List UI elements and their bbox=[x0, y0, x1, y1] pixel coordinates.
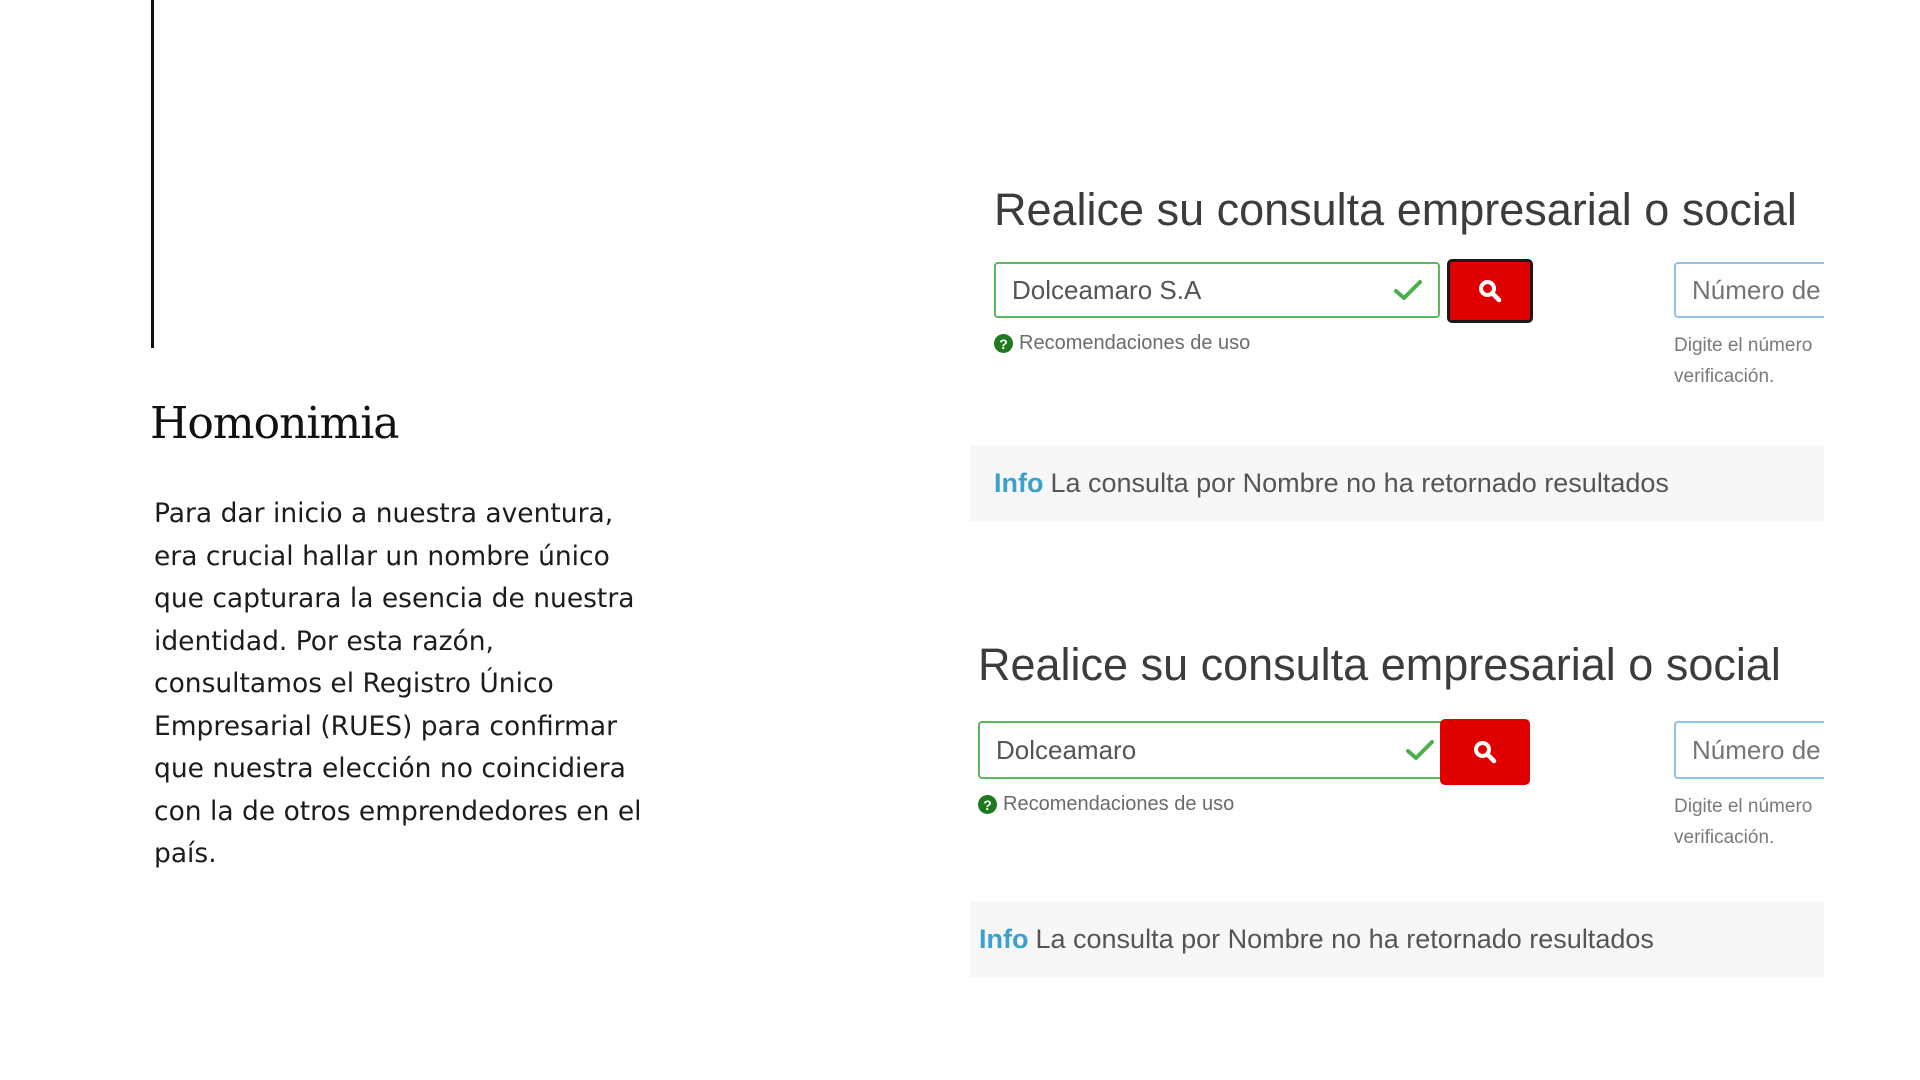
company-name-input[interactable] bbox=[980, 723, 1450, 777]
search-field-group bbox=[994, 262, 1440, 318]
search-title: Realice su consulta empresarial o social bbox=[994, 184, 1797, 235]
info-label: Info bbox=[994, 467, 1044, 498]
info-message: La consulta por Nombre no ha retornado r… bbox=[1050, 467, 1669, 498]
rues-search-screenshot-1: Realice su consulta empresarial o social… bbox=[960, 170, 1824, 530]
search-field-group bbox=[978, 721, 1452, 779]
info-label: Info bbox=[979, 923, 1029, 954]
search-button[interactable] bbox=[1440, 719, 1530, 785]
usage-recommendations-link[interactable]: ? Recomendaciones de uso bbox=[978, 793, 1234, 816]
check-icon bbox=[1394, 280, 1422, 300]
usage-recommendations-label: Recomendaciones de uso bbox=[1003, 793, 1235, 815]
slide-paragraph: Para dar inicio a nuestra aventura, era … bbox=[154, 498, 642, 869]
id-number-help-text: Digite el número verificación. bbox=[1674, 796, 1813, 848]
id-number-help-text: Digite el número verificación. bbox=[1674, 335, 1813, 387]
search-title: Realice su consulta empresarial o social bbox=[978, 639, 1781, 690]
company-name-input[interactable] bbox=[996, 264, 1438, 316]
rues-search-screenshot-2: Realice su consulta empresarial o social… bbox=[960, 625, 1824, 985]
usage-recommendations-label: Recomendaciones de uso bbox=[1019, 332, 1251, 354]
slide-heading: Homonimia bbox=[150, 398, 400, 449]
usage-recommendations-link[interactable]: ? Recomendaciones de uso bbox=[994, 332, 1250, 355]
check-icon bbox=[1406, 740, 1434, 760]
info-alert: Info La consulta por Nombre no ha retorn… bbox=[970, 445, 1824, 521]
search-icon bbox=[1474, 741, 1497, 764]
search-button[interactable] bbox=[1447, 259, 1533, 323]
search-icon bbox=[1479, 280, 1502, 303]
question-circle-icon: ? bbox=[978, 795, 997, 814]
question-circle-icon: ? bbox=[994, 334, 1013, 353]
id-number-input[interactable] bbox=[1674, 721, 1824, 779]
info-message: La consulta por Nombre no ha retornado r… bbox=[1035, 923, 1654, 954]
vertical-accent-line bbox=[151, 0, 154, 348]
info-alert: Info La consulta por Nombre no ha retorn… bbox=[970, 901, 1824, 977]
id-number-input[interactable] bbox=[1674, 262, 1824, 318]
